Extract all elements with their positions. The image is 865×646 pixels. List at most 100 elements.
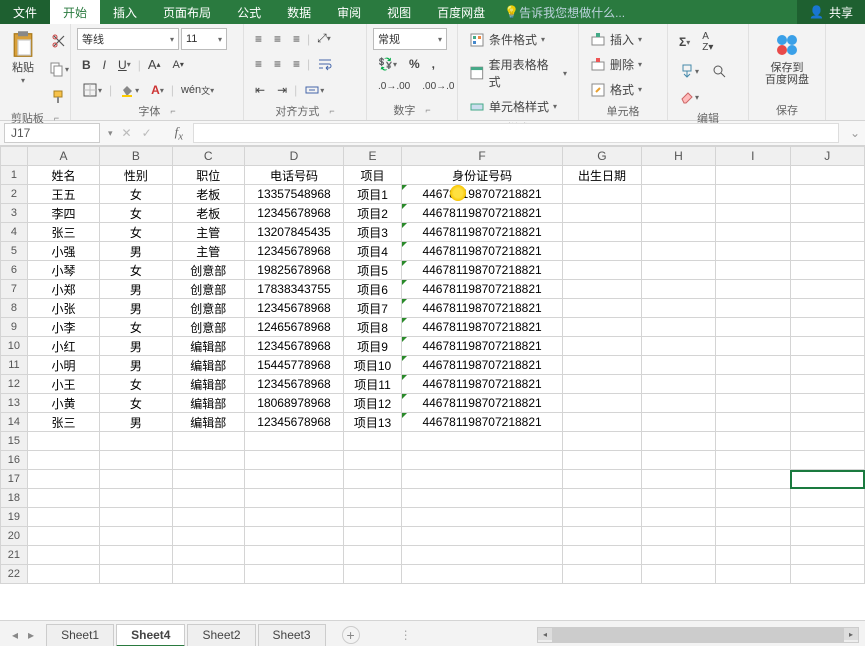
name-box[interactable]: J17 bbox=[4, 123, 100, 143]
cell[interactable] bbox=[563, 451, 642, 470]
cell[interactable]: 13207845435 bbox=[244, 223, 343, 242]
cell[interactable] bbox=[716, 204, 790, 223]
cell[interactable] bbox=[790, 204, 864, 223]
indent-inc-button[interactable]: ⇥ bbox=[272, 80, 292, 100]
align-center-button[interactable]: ≡ bbox=[269, 54, 286, 74]
row-header-22[interactable]: 22 bbox=[1, 565, 28, 584]
cell[interactable] bbox=[641, 318, 715, 337]
cell[interactable] bbox=[641, 546, 715, 565]
cell[interactable] bbox=[790, 280, 864, 299]
cell[interactable]: 12345678968 bbox=[244, 375, 343, 394]
row-header-3[interactable]: 3 bbox=[1, 204, 28, 223]
cell[interactable] bbox=[716, 546, 790, 565]
cell[interactable]: 男 bbox=[100, 299, 172, 318]
cell[interactable] bbox=[344, 527, 402, 546]
cell[interactable] bbox=[563, 546, 642, 565]
baidu-save-button[interactable]: 保存到 百度网盘 bbox=[763, 28, 811, 100]
cell[interactable] bbox=[563, 413, 642, 432]
ribbon-tab-5[interactable]: 审阅 bbox=[324, 0, 374, 24]
cell[interactable]: 12345678968 bbox=[244, 299, 343, 318]
cell[interactable]: 编辑部 bbox=[172, 394, 244, 413]
tab-nav-first[interactable]: ◂ bbox=[12, 628, 18, 642]
cell[interactable] bbox=[716, 280, 790, 299]
cell[interactable]: 女 bbox=[100, 394, 172, 413]
table-format-button[interactable]: 套用表格格式▾ bbox=[464, 53, 572, 93]
cell[interactable]: 男 bbox=[100, 280, 172, 299]
col-header-E[interactable]: E bbox=[344, 147, 402, 166]
cell[interactable] bbox=[244, 508, 343, 527]
cell[interactable] bbox=[716, 318, 790, 337]
cell[interactable] bbox=[716, 261, 790, 280]
cell[interactable]: 446781198707218821 bbox=[401, 280, 562, 299]
cell[interactable]: 小郑 bbox=[27, 280, 99, 299]
cell[interactable] bbox=[344, 565, 402, 584]
cell[interactable]: 12345678968 bbox=[244, 337, 343, 356]
sheet-tab-Sheet3[interactable]: Sheet3 bbox=[258, 624, 326, 646]
cell[interactable]: 小李 bbox=[27, 318, 99, 337]
cell[interactable]: 小王 bbox=[27, 375, 99, 394]
shrink-font-button[interactable]: A▾ bbox=[168, 56, 189, 74]
delete-cells-button[interactable]: 删除▾ bbox=[585, 53, 661, 76]
dec-decimal-button[interactable]: .00→.0 bbox=[417, 78, 459, 95]
cell[interactable] bbox=[716, 489, 790, 508]
cell[interactable] bbox=[344, 432, 402, 451]
cell[interactable] bbox=[641, 508, 715, 527]
cell[interactable] bbox=[563, 375, 642, 394]
cell[interactable] bbox=[27, 451, 99, 470]
copy-button[interactable]: ▾ bbox=[44, 58, 74, 80]
cell[interactable] bbox=[716, 413, 790, 432]
tellme[interactable]: 💡 告诉我您想做什么... bbox=[504, 0, 625, 24]
underline-button[interactable]: U▾ bbox=[113, 55, 136, 75]
cell[interactable] bbox=[790, 565, 864, 584]
cell[interactable] bbox=[641, 166, 715, 185]
col-header-J[interactable]: J bbox=[790, 147, 864, 166]
cell[interactable]: 主管 bbox=[172, 242, 244, 261]
cell[interactable] bbox=[27, 565, 99, 584]
cell[interactable]: 小明 bbox=[27, 356, 99, 375]
cell[interactable]: 446781198707218821 bbox=[401, 223, 562, 242]
cell[interactable] bbox=[100, 432, 172, 451]
cell[interactable] bbox=[27, 470, 99, 489]
cell[interactable] bbox=[790, 185, 864, 204]
fbar-expand[interactable]: ⌄ bbox=[845, 123, 865, 143]
cell[interactable]: 电话号码 bbox=[244, 166, 343, 185]
cell[interactable] bbox=[563, 356, 642, 375]
cell[interactable] bbox=[716, 185, 790, 204]
cell[interactable] bbox=[100, 527, 172, 546]
cell[interactable]: 性别 bbox=[100, 166, 172, 185]
indent-dec-button[interactable]: ⇤ bbox=[250, 80, 270, 100]
cell[interactable] bbox=[172, 451, 244, 470]
cell[interactable]: 项目5 bbox=[344, 261, 402, 280]
cell[interactable]: 项目6 bbox=[344, 280, 402, 299]
comma-button[interactable]: , bbox=[427, 54, 440, 74]
cell[interactable]: 446781198707218821 bbox=[401, 261, 562, 280]
cell[interactable] bbox=[172, 432, 244, 451]
cell[interactable]: 12465678968 bbox=[244, 318, 343, 337]
cell[interactable] bbox=[641, 356, 715, 375]
cell[interactable] bbox=[172, 565, 244, 584]
cell[interactable] bbox=[244, 489, 343, 508]
cell[interactable] bbox=[716, 223, 790, 242]
cell[interactable] bbox=[790, 242, 864, 261]
cell[interactable] bbox=[401, 432, 562, 451]
select-all-corner[interactable] bbox=[1, 147, 28, 166]
col-header-D[interactable]: D bbox=[244, 147, 343, 166]
cell[interactable]: 编辑部 bbox=[172, 337, 244, 356]
cell[interactable]: 小黄 bbox=[27, 394, 99, 413]
cell[interactable] bbox=[641, 204, 715, 223]
cell[interactable] bbox=[790, 470, 864, 489]
col-header-F[interactable]: F bbox=[401, 147, 562, 166]
autosum-button[interactable]: Σ▾ bbox=[674, 32, 695, 52]
cell[interactable] bbox=[790, 508, 864, 527]
cell[interactable]: 王五 bbox=[27, 185, 99, 204]
cell[interactable] bbox=[790, 527, 864, 546]
cell[interactable] bbox=[244, 470, 343, 489]
cell[interactable] bbox=[563, 280, 642, 299]
cell[interactable] bbox=[790, 489, 864, 508]
cell[interactable] bbox=[716, 356, 790, 375]
cell[interactable] bbox=[27, 527, 99, 546]
add-sheet-button[interactable]: + bbox=[342, 626, 360, 644]
cell[interactable] bbox=[100, 470, 172, 489]
cell[interactable] bbox=[716, 394, 790, 413]
cell[interactable] bbox=[172, 508, 244, 527]
